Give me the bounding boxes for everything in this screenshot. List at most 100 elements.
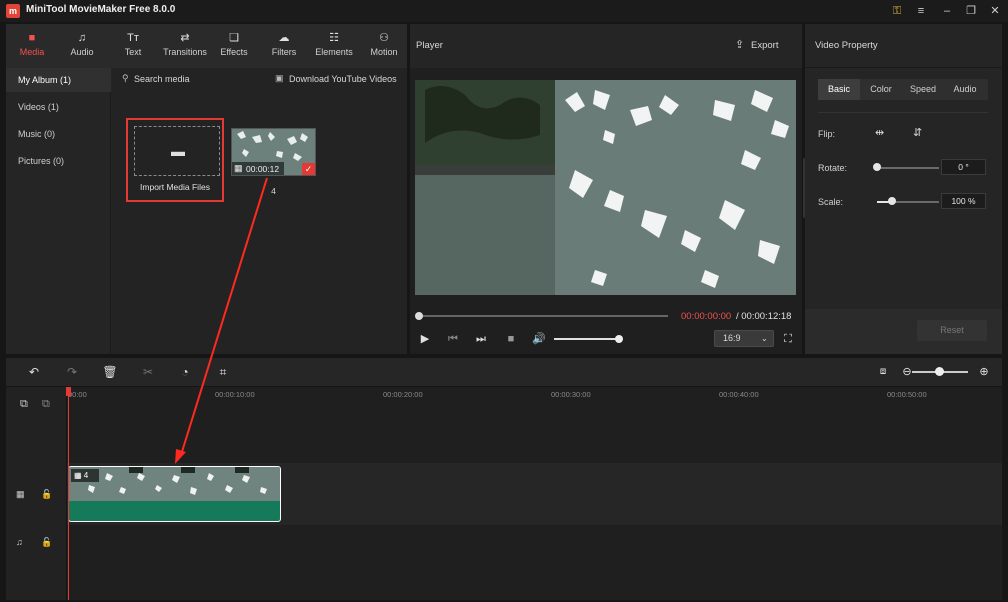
flip-horizontal-icon[interactable]: ⇹ [875, 126, 884, 139]
scale-handle[interactable] [888, 197, 896, 205]
track-headers: ⧉ ⧉ ▦ 🔓 ♫ 🔓 [6, 387, 67, 600]
fullscreen-icon[interactable]: ⛶ [781, 332, 795, 346]
search-input[interactable]: Search media [134, 74, 190, 84]
youtube-icon: ▣ [275, 73, 284, 83]
ruler-ticks [68, 401, 69, 409]
app-title: MiniTool MovieMaker Free 8.0.0 [26, 4, 176, 15]
volume-handle[interactable] [615, 335, 623, 343]
timeline-clip[interactable]: ▦ 4 [68, 466, 281, 522]
rotate-handle[interactable] [873, 163, 881, 171]
tick-label: 00:00:20:00 [383, 390, 423, 399]
zoom-in-icon[interactable]: ⊕ [976, 364, 992, 380]
tab-speed[interactable]: Speed [902, 79, 944, 100]
delete-icon[interactable]: 🗑 [102, 364, 118, 380]
video-frame [415, 80, 796, 295]
transitions-icon: ⇄ [180, 32, 190, 44]
progress-handle[interactable] [415, 312, 423, 320]
key-icon[interactable]: ⚿ [888, 3, 906, 19]
rotate-label: Rotate: [818, 163, 848, 173]
close-icon[interactable]: ✕ [986, 3, 1004, 19]
tab-label: Audio [70, 47, 94, 57]
redo-icon[interactable]: ↷ [64, 364, 80, 380]
copy-track-icon[interactable]: ⧉ [42, 398, 50, 411]
search-icon: ⚲ [122, 73, 129, 83]
rotate-slider[interactable] [877, 167, 939, 169]
timeline-ruler[interactable]: 00:00 00:00:10:00 00:00:20:00 00:00:30:0… [68, 387, 1002, 409]
zoom-handle[interactable] [935, 367, 944, 376]
tick-label: 00:00:30:00 [551, 390, 591, 399]
sidebar-item-pictures[interactable]: Pictures (0) [6, 149, 111, 173]
motion-icon: ⚇ [379, 32, 389, 44]
clip-filmstrip [69, 467, 280, 501]
tab-media[interactable]: ■ Media [7, 24, 57, 68]
aspect-ratio-value: 16:9 [723, 333, 741, 343]
filters-icon: ☁ [278, 32, 290, 44]
audio-track[interactable] [6, 526, 1002, 600]
previous-frame-icon[interactable]: ⏮ [446, 332, 460, 346]
import-media-button[interactable]: ▬ Import Media Files [126, 118, 224, 202]
import-dropzone[interactable]: ▬ [134, 126, 220, 176]
add-track-icon[interactable]: ⧉ [20, 398, 28, 411]
play-icon[interactable]: ▶ [418, 332, 432, 346]
tab-elements[interactable]: ☷ Elements [309, 24, 359, 68]
reset-button[interactable]: Reset [917, 320, 987, 341]
tab-audio[interactable]: ♫ Audio [57, 24, 107, 68]
undo-icon[interactable]: ↶ [26, 364, 42, 380]
flip-vertical-icon[interactable]: ⇵ [913, 126, 922, 139]
fit-timeline-icon[interactable]: ⧈ [875, 364, 891, 380]
volume-slider[interactable] [554, 338, 620, 340]
volume-icon[interactable]: 🔊 [532, 332, 546, 346]
maximize-icon[interactable]: ❐ [962, 3, 980, 19]
sidebar-item-my-album[interactable]: My Album (1) [6, 68, 111, 92]
tab-basic[interactable]: Basic [818, 79, 860, 100]
playhead-handle[interactable] [66, 387, 71, 396]
crop-icon[interactable]: ⌗ [215, 364, 231, 380]
tab-label: Media [19, 47, 45, 57]
export-button[interactable]: Export [751, 40, 778, 51]
minimize-icon[interactable]: – [938, 3, 956, 19]
chevron-down-icon: ⌄ [761, 334, 768, 343]
elements-icon: ☷ [329, 32, 339, 44]
tab-label: Motion [370, 47, 398, 57]
tab-label: Filters [271, 47, 297, 57]
sidebar-item-videos[interactable]: Videos (1) [6, 95, 111, 119]
speed-icon[interactable]: ◔ [177, 364, 193, 380]
player-panel: Player ⇪ Export 00:00:00:00 / 00:00:12:1… [410, 24, 802, 354]
tab-text[interactable]: Tт Text [108, 24, 158, 68]
menu-icon[interactable]: ≡ [912, 3, 930, 19]
tab-color[interactable]: Color [860, 79, 902, 100]
scale-value[interactable]: 100 % [941, 193, 986, 209]
playhead[interactable] [68, 387, 69, 600]
clip-badge: ▦ 4 [71, 469, 99, 482]
checkmark-icon[interactable]: ✓ [302, 163, 315, 175]
lock-icon[interactable]: 🔓 [41, 489, 52, 500]
lock-icon[interactable]: 🔓 [41, 537, 52, 548]
tab-audio-prop[interactable]: Audio [944, 79, 986, 100]
tab-label: Transitions [163, 47, 207, 57]
text-icon: Tт [127, 32, 139, 44]
clip-name: 4 [271, 186, 276, 196]
aspect-ratio-select[interactable]: 16:9 ⌄ [714, 330, 774, 347]
clip-duration: 00:00:12 [246, 164, 280, 174]
clip-duration-overlay: ▦ 00:00:12 [232, 162, 284, 175]
next-frame-icon[interactable]: ⏭ [474, 332, 488, 346]
player-header: Player ⇪ Export [410, 24, 802, 68]
progress-bar[interactable] [418, 315, 668, 317]
rotate-value[interactable]: 0 ° [941, 159, 986, 175]
media-clip-thumbnail[interactable]: ▦ 00:00:12 ✓ [231, 128, 316, 176]
video-preview[interactable] [415, 80, 796, 295]
tab-transitions[interactable]: ⇄ Transitions [159, 24, 211, 68]
export-icon: ⇪ [735, 39, 745, 51]
tab-motion[interactable]: ⚇ Motion [359, 24, 409, 68]
current-time: 00:00:00:00 [681, 311, 732, 322]
stop-icon[interactable]: ■ [504, 332, 518, 346]
sidebar-item-music[interactable]: Music (0) [6, 122, 111, 146]
download-youtube-link[interactable]: Download YouTube Videos [289, 74, 397, 84]
media-content: ⚲ Search media ▣ Download YouTube Videos… [112, 68, 407, 354]
split-icon[interactable]: ✂ [140, 364, 156, 380]
media-panel: ■ Media ♫ Audio Tт Text ⇄ Transitions ❏ … [6, 24, 407, 354]
title-bar: m MiniTool MovieMaker Free 8.0.0 ⚿ ≡ – ❐… [0, 0, 1008, 22]
tab-filters[interactable]: ☁ Filters [259, 24, 309, 68]
property-panel: Video Property Basic Color Speed Audio F… [805, 24, 1002, 354]
tab-effects[interactable]: ❏ Effects [209, 24, 259, 68]
